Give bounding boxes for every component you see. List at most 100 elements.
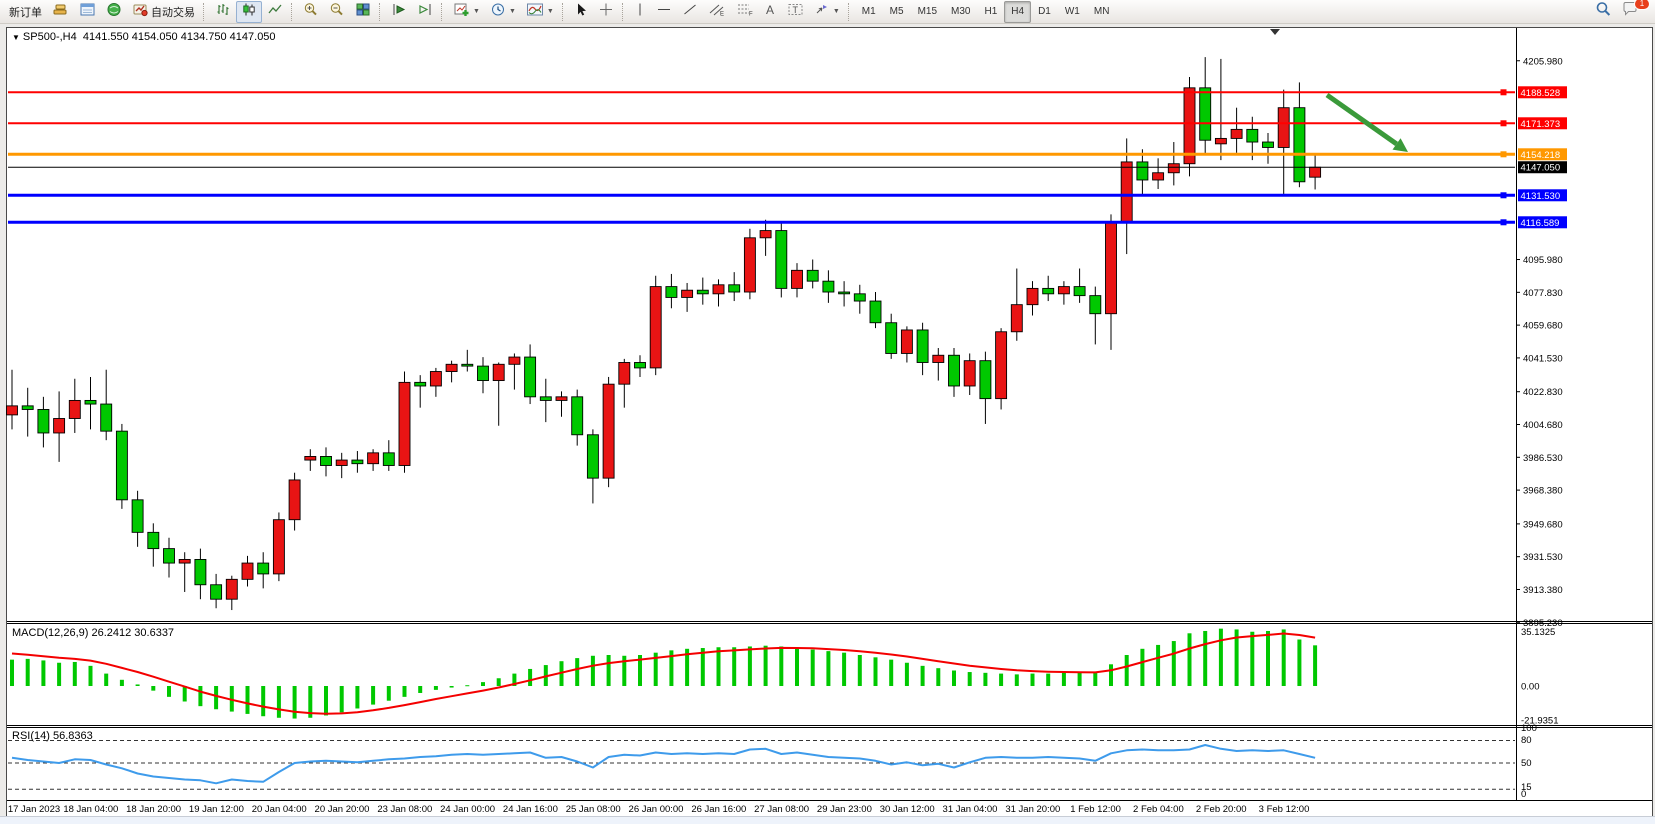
zoom-in-icon	[303, 2, 319, 22]
toolbar-separator	[562, 3, 566, 21]
svg-text:1 Feb 12:00: 1 Feb 12:00	[1070, 804, 1121, 815]
text-icon: A	[764, 2, 777, 22]
svg-text:50: 50	[1521, 758, 1532, 769]
status-bar	[0, 816, 1655, 824]
tile-windows-icon	[355, 2, 371, 22]
line-chart-mode-button[interactable]	[262, 1, 288, 23]
svg-text:4154.218: 4154.218	[1521, 150, 1561, 161]
timeframe-m5-button[interactable]: M5	[883, 1, 911, 23]
svg-text:24 Jan 00:00: 24 Jan 00:00	[440, 804, 495, 815]
search-icon	[1595, 1, 1612, 22]
chart-shift-button[interactable]	[412, 1, 438, 23]
chart-symbol-label: SP500-,H4	[23, 31, 77, 43]
timeframe-w1-button[interactable]: W1	[1058, 1, 1087, 23]
auto-trading-label: 自动交易	[151, 4, 195, 20]
svg-text:27 Jan 08:00: 27 Jan 08:00	[754, 804, 809, 815]
new-chart-button[interactable]: ▼	[448, 1, 485, 23]
new-chart-icon	[453, 2, 470, 22]
mt4-application-window: 新订单 自动交易	[0, 0, 1655, 824]
timeframe-mn-button[interactable]: MN	[1087, 1, 1117, 23]
horizontal-line-tool-button[interactable]	[651, 1, 677, 23]
timeframe-m15-button[interactable]: M15	[911, 1, 944, 23]
text-tool-button[interactable]: A	[759, 1, 782, 23]
svg-text:3 Feb 12:00: 3 Feb 12:00	[1259, 804, 1310, 815]
search-button[interactable]	[1590, 1, 1617, 23]
zoom-in-button[interactable]	[298, 1, 324, 23]
dropdown-caret-icon: ▼	[547, 8, 554, 15]
svg-text:4004.680: 4004.680	[1523, 420, 1563, 431]
cursor-button[interactable]	[569, 1, 593, 23]
vertical-line-icon	[634, 2, 646, 22]
svg-text:23 Jan 08:00: 23 Jan 08:00	[377, 804, 432, 815]
svg-text:31 Jan 20:00: 31 Jan 20:00	[1005, 804, 1060, 815]
svg-text:30 Jan 12:00: 30 Jan 12:00	[880, 804, 935, 815]
svg-text:T: T	[792, 5, 798, 15]
candlestick-mode-button[interactable]	[236, 1, 262, 23]
new-order-button[interactable]: 新订单	[4, 1, 47, 23]
fibonacci-tool-button[interactable]: F	[731, 1, 759, 23]
one-click-trading-toggle-icon[interactable]: ▼	[12, 33, 20, 42]
svg-text:20 Jan 20:00: 20 Jan 20:00	[315, 804, 370, 815]
text-label-icon: T	[787, 2, 804, 22]
svg-text:25 Jan 08:00: 25 Jan 08:00	[566, 804, 621, 815]
chart-shift-icon	[417, 2, 433, 22]
vertical-line-tool-button[interactable]	[629, 1, 651, 23]
trendline-icon	[682, 2, 698, 22]
svg-text:E: E	[720, 11, 724, 17]
zoom-out-icon	[329, 2, 345, 22]
svg-text:3986.530: 3986.530	[1523, 453, 1563, 464]
auto-trading-button[interactable]: 自动交易	[127, 1, 200, 23]
svg-text:4095.980: 4095.980	[1523, 255, 1563, 266]
strategy-tester-button[interactable]	[101, 1, 127, 23]
green-globe-icon	[106, 2, 122, 22]
bar-chart-icon	[215, 2, 231, 22]
svg-text:F: F	[749, 11, 753, 17]
svg-text:20 Jan 04:00: 20 Jan 04:00	[252, 804, 307, 815]
notification-count-badge: 1	[1634, 0, 1650, 10]
market-watch-button[interactable]	[47, 1, 74, 23]
gold-bars-icon	[52, 2, 69, 22]
svg-text:24 Jan 16:00: 24 Jan 16:00	[503, 804, 558, 815]
svg-text:0: 0	[1521, 789, 1526, 800]
dropdown-caret-icon: ▼	[509, 8, 516, 15]
channel-tool-button[interactable]: E	[703, 1, 731, 23]
toolbar-separator	[441, 3, 445, 21]
toolbar-separator	[203, 3, 207, 21]
timeframe-d1-button[interactable]: D1	[1031, 1, 1058, 23]
tile-windows-button[interactable]	[350, 1, 376, 23]
periods-button[interactable]: ▼	[485, 1, 521, 23]
notifications-button[interactable]: 1	[1617, 1, 1645, 23]
indicators-button[interactable]: ▼	[521, 1, 559, 23]
data-window-icon	[79, 2, 96, 22]
svg-text:4188.528: 4188.528	[1521, 88, 1561, 99]
chart-ohlc-values: 4141.550 4154.050 4134.750 4147.050	[83, 31, 276, 43]
svg-text:29 Jan 23:00: 29 Jan 23:00	[817, 804, 872, 815]
data-window-button[interactable]	[74, 1, 101, 23]
svg-text:2 Feb 04:00: 2 Feb 04:00	[1133, 804, 1184, 815]
text-label-tool-button[interactable]: T	[782, 1, 809, 23]
toolbar-separator	[291, 3, 295, 21]
svg-text:4147.050: 4147.050	[1521, 163, 1561, 174]
timeframe-m1-button[interactable]: M1	[855, 1, 883, 23]
timeframe-m30-button[interactable]: M30	[944, 1, 977, 23]
timeframe-h4-button[interactable]: H4	[1004, 1, 1031, 23]
svg-text:31 Jan 04:00: 31 Jan 04:00	[943, 804, 998, 815]
svg-text:26 Jan 00:00: 26 Jan 00:00	[629, 804, 684, 815]
svg-text:35.1325: 35.1325	[1521, 627, 1555, 638]
svg-text:3931.530: 3931.530	[1523, 552, 1563, 563]
macd-indicator-label: MACD(12,26,9) 26.2412 30.6337	[12, 627, 174, 639]
clock-icon	[490, 2, 506, 22]
candlestick-icon	[241, 2, 257, 22]
auto-scroll-button[interactable]	[386, 1, 412, 23]
bar-chart-mode-button[interactable]	[210, 1, 236, 23]
timeframe-h1-button[interactable]: H1	[977, 1, 1004, 23]
arrows-tool-button[interactable]: ▼	[809, 1, 845, 23]
zoom-out-button[interactable]	[324, 1, 350, 23]
svg-text:4171.373: 4171.373	[1521, 119, 1561, 130]
trendline-tool-button[interactable]	[677, 1, 703, 23]
toolbar-separator	[848, 3, 852, 21]
dropdown-caret-icon: ▼	[833, 8, 840, 15]
svg-text:80: 80	[1521, 735, 1532, 746]
price-chart-canvas[interactable]: 4188.5284171.3734154.2184147.0504131.530…	[0, 0, 1655, 824]
crosshair-button[interactable]	[593, 1, 619, 23]
